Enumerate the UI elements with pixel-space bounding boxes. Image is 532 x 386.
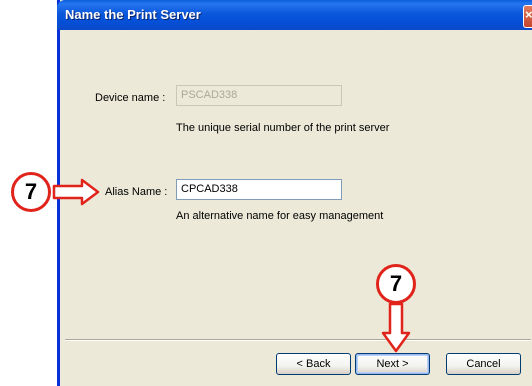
- next-button[interactable]: Next >: [355, 353, 430, 375]
- cancel-button[interactable]: Cancel: [446, 353, 521, 375]
- arrow-right-icon: [52, 178, 100, 206]
- page: Name the Print Server × Device name : PS…: [0, 0, 532, 386]
- device-name-field: PSCAD338: [176, 85, 342, 106]
- alias-name-field[interactable]: CPCAD338: [176, 179, 342, 200]
- alias-name-label: Alias Name :: [105, 186, 168, 198]
- back-button[interactable]: < Back: [276, 353, 351, 375]
- device-name-help: The unique serial number of the print se…: [176, 122, 390, 134]
- window-title: Name the Print Server: [65, 7, 201, 22]
- close-icon: ×: [525, 7, 532, 22]
- step-callout-next: 7: [376, 264, 416, 304]
- dialog-window: Name the Print Server × Device name : PS…: [57, 0, 532, 386]
- alias-name-help: An alternative name for easy management: [176, 210, 384, 222]
- arrow-down-icon: [381, 303, 411, 353]
- title-bar[interactable]: Name the Print Server ×: [57, 0, 532, 30]
- step-callout-alias: 7: [11, 172, 51, 212]
- device-name-label: Device name :: [95, 92, 166, 104]
- close-button[interactable]: ×: [523, 5, 532, 28]
- separator: [65, 339, 531, 341]
